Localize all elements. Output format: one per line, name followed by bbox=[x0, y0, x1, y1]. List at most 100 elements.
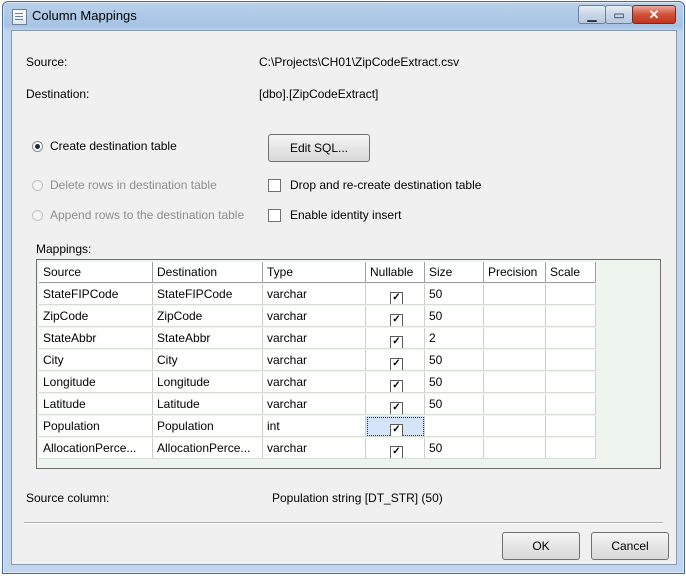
source-cell[interactable]: Population bbox=[39, 416, 153, 437]
precision-cell[interactable] bbox=[484, 416, 546, 437]
size-cell[interactable]: 50 bbox=[425, 350, 484, 371]
maximize-button[interactable]: ▭ bbox=[605, 5, 633, 24]
type-cell[interactable]: varchar bbox=[263, 394, 366, 415]
column-header-size[interactable]: Size bbox=[425, 262, 484, 283]
edit-sql-button[interactable]: Edit SQL... bbox=[268, 134, 370, 162]
column-header-source[interactable]: Source bbox=[39, 262, 153, 283]
scale-cell[interactable] bbox=[546, 306, 596, 327]
destination-cell[interactable]: Latitude bbox=[153, 394, 263, 415]
type-cell[interactable]: varchar bbox=[263, 350, 366, 371]
precision-cell[interactable] bbox=[484, 438, 546, 459]
append-rows-radio[interactable] bbox=[32, 210, 43, 221]
source-cell[interactable]: Longitude bbox=[39, 372, 153, 393]
column-header-precision[interactable]: Precision bbox=[484, 262, 546, 283]
minimize-button[interactable]: ▁ bbox=[578, 5, 606, 24]
scale-cell[interactable] bbox=[546, 372, 596, 393]
dialog-body: Source: C:\Projects\CH01\ZipCodeExtract.… bbox=[11, 30, 677, 565]
source-cell[interactable]: StateAbbr bbox=[39, 328, 153, 349]
nullable-cell[interactable]: ✓ bbox=[366, 328, 425, 349]
nullable-cell[interactable]: ✓ bbox=[366, 284, 425, 305]
title-bar: Column Mappings ▁ ▭ ✕ bbox=[3, 2, 684, 30]
source-cell[interactable]: AllocationPerce... bbox=[39, 438, 153, 459]
nullable-cell[interactable]: ✓ bbox=[366, 306, 425, 327]
destination-cell[interactable]: AllocationPerce... bbox=[153, 438, 263, 459]
scale-cell[interactable] bbox=[546, 416, 596, 437]
identity-insert-label: Enable identity insert bbox=[290, 208, 402, 222]
column-header-scale[interactable]: Scale bbox=[546, 262, 596, 283]
destination-cell[interactable]: StateAbbr bbox=[153, 328, 263, 349]
scale-cell[interactable] bbox=[546, 394, 596, 415]
source-cell[interactable]: City bbox=[39, 350, 153, 371]
dialog-icon bbox=[12, 9, 27, 25]
size-cell[interactable]: 2 bbox=[425, 328, 484, 349]
append-rows-label: Append rows to the destination table bbox=[50, 208, 245, 222]
precision-cell[interactable] bbox=[484, 306, 546, 327]
divider bbox=[24, 522, 663, 524]
source-cell[interactable]: ZipCode bbox=[39, 306, 153, 327]
destination-cell[interactable]: Longitude bbox=[153, 372, 263, 393]
create-table-label: Create destination table bbox=[50, 139, 177, 153]
nullable-cell[interactable]: ✓ bbox=[366, 394, 425, 415]
source-path: C:\Projects\CH01\ZipCodeExtract.csv bbox=[259, 55, 460, 69]
drop-recreate-label: Drop and re-create destination table bbox=[290, 178, 482, 192]
destination-cell[interactable]: ZipCode bbox=[153, 306, 263, 327]
source-cell[interactable]: Latitude bbox=[39, 394, 153, 415]
scale-cell[interactable] bbox=[546, 284, 596, 305]
destination-table: [dbo].[ZipCodeExtract] bbox=[259, 87, 379, 101]
nullable-checkbox[interactable]: ✓ bbox=[390, 380, 403, 392]
nullable-checkbox[interactable]: ✓ bbox=[390, 424, 403, 436]
nullable-cell-selected[interactable]: ✓ bbox=[366, 416, 425, 437]
size-cell[interactable]: 50 bbox=[425, 394, 484, 415]
scale-cell[interactable] bbox=[546, 438, 596, 459]
column-header-nullable[interactable]: Nullable bbox=[366, 262, 425, 283]
destination-cell[interactable]: StateFIPCode bbox=[153, 284, 263, 305]
size-cell[interactable]: 50 bbox=[425, 306, 484, 327]
size-cell[interactable]: 50 bbox=[425, 438, 484, 459]
nullable-checkbox[interactable]: ✓ bbox=[390, 292, 403, 304]
size-cell[interactable]: 50 bbox=[425, 284, 484, 305]
column-header-type[interactable]: Type bbox=[263, 262, 366, 283]
minimize-icon: ▁ bbox=[587, 7, 597, 22]
type-cell[interactable]: varchar bbox=[263, 372, 366, 393]
scale-cell[interactable] bbox=[546, 328, 596, 349]
nullable-checkbox[interactable]: ✓ bbox=[390, 314, 403, 326]
mappings-grid[interactable]: Source Destination Type Nullable Size Pr… bbox=[36, 259, 661, 469]
delete-rows-label: Delete rows in destination table bbox=[50, 178, 217, 192]
precision-cell[interactable] bbox=[484, 372, 546, 393]
nullable-cell[interactable]: ✓ bbox=[366, 350, 425, 371]
type-cell[interactable]: int bbox=[263, 416, 366, 437]
identity-insert-checkbox[interactable] bbox=[268, 209, 281, 222]
type-cell[interactable]: varchar bbox=[263, 284, 366, 305]
nullable-checkbox[interactable]: ✓ bbox=[390, 358, 403, 370]
drop-recreate-checkbox[interactable] bbox=[268, 179, 281, 192]
type-cell[interactable]: varchar bbox=[263, 328, 366, 349]
column-header-destination[interactable]: Destination bbox=[153, 262, 263, 283]
create-table-radio[interactable] bbox=[32, 141, 43, 152]
scale-cell[interactable] bbox=[546, 350, 596, 371]
type-cell[interactable]: varchar bbox=[263, 438, 366, 459]
nullable-checkbox[interactable]: ✓ bbox=[390, 446, 403, 458]
size-cell[interactable]: 50 bbox=[425, 372, 484, 393]
ok-button[interactable]: OK bbox=[502, 532, 580, 560]
destination-cell[interactable]: City bbox=[153, 350, 263, 371]
destination-cell[interactable]: Population bbox=[153, 416, 263, 437]
delete-rows-radio[interactable] bbox=[32, 180, 43, 191]
type-cell[interactable]: varchar bbox=[263, 306, 366, 327]
precision-cell[interactable] bbox=[484, 350, 546, 371]
mappings-label: Mappings: bbox=[36, 242, 92, 256]
close-button[interactable]: ✕ bbox=[632, 5, 676, 24]
nullable-cell[interactable]: ✓ bbox=[366, 438, 425, 459]
column-mappings-window: Column Mappings ▁ ▭ ✕ Source: C:\Project… bbox=[2, 1, 685, 574]
source-cell[interactable]: StateFIPCode bbox=[39, 284, 153, 305]
precision-cell[interactable] bbox=[484, 394, 546, 415]
precision-cell[interactable] bbox=[484, 284, 546, 305]
nullable-checkbox[interactable]: ✓ bbox=[390, 336, 403, 348]
source-label: Source: bbox=[26, 55, 68, 69]
nullable-cell[interactable]: ✓ bbox=[366, 372, 425, 393]
precision-cell[interactable] bbox=[484, 328, 546, 349]
size-cell[interactable] bbox=[425, 416, 484, 437]
source-column-value: Population string [DT_STR] (50) bbox=[272, 491, 443, 505]
cancel-button[interactable]: Cancel bbox=[591, 532, 669, 560]
nullable-checkbox[interactable]: ✓ bbox=[390, 402, 403, 414]
maximize-icon: ▭ bbox=[613, 7, 625, 22]
